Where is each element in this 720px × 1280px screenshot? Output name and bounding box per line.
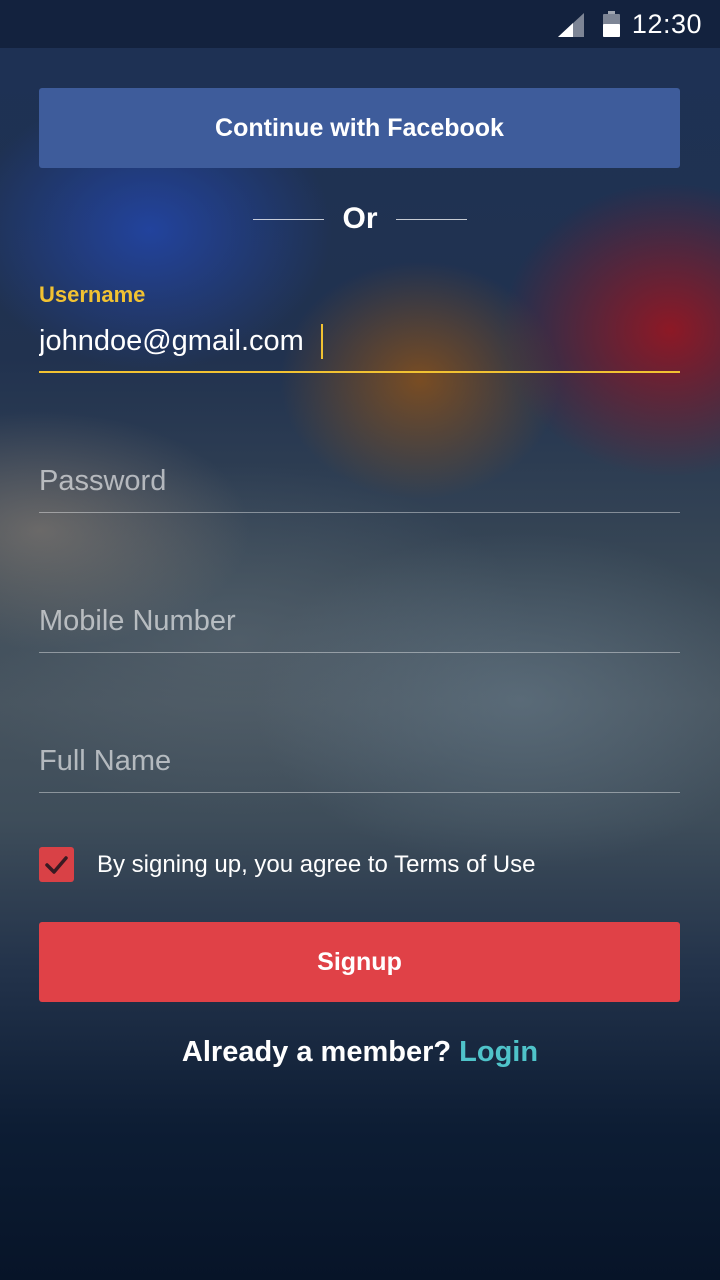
login-prompt: Already a member? Login (0, 1036, 720, 1069)
password-field[interactable] (39, 460, 680, 516)
full-name-underline (39, 792, 680, 793)
password-input[interactable] (39, 460, 680, 502)
checkmark-icon (45, 856, 68, 874)
mobile-number-field[interactable] (39, 600, 680, 656)
text-caret (321, 324, 323, 359)
signup-button[interactable]: Signup (39, 922, 680, 1002)
already-member-text: Already a member? (181, 1036, 452, 1068)
terms-checkbox[interactable] (39, 847, 74, 882)
status-clock: 12:30 (631, 9, 702, 39)
mobile-number-underline (39, 652, 680, 653)
divider-line-left (253, 219, 324, 220)
username-label: Username (39, 282, 146, 307)
terms-text: By signing up, you agree to Terms of Use (97, 851, 536, 878)
username-field[interactable]: Username (39, 282, 680, 374)
terms-row: By signing up, you agree to Terms of Use (39, 846, 680, 884)
login-link[interactable]: Login (459, 1036, 538, 1068)
password-underline (39, 512, 680, 513)
full-name-field[interactable] (39, 740, 680, 796)
full-name-input[interactable] (39, 740, 680, 782)
mobile-number-input[interactable] (39, 600, 680, 642)
or-divider: Or (0, 196, 720, 244)
username-underline (39, 371, 680, 373)
divider-line-right (396, 219, 467, 220)
or-label: Or (342, 202, 378, 235)
battery-icon (603, 11, 620, 37)
status-bar: 12:30 (0, 0, 720, 48)
username-input[interactable] (39, 320, 680, 362)
continue-with-facebook-button[interactable]: Continue with Facebook (39, 88, 680, 168)
cellular-signal-icon (558, 13, 584, 37)
